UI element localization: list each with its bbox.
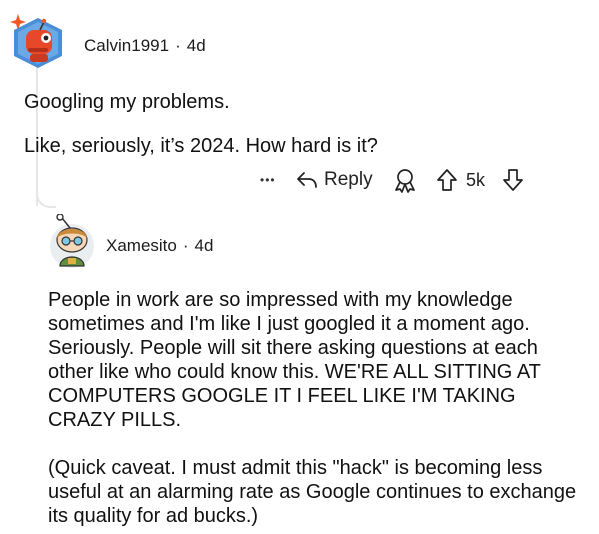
comment-paragraph: Googling my problems. [24, 91, 230, 113]
comment-2: Xamesito · 4d People in work are so impr… [0, 200, 599, 534]
robot-avatar-icon [10, 14, 62, 68]
comment-header: Xamesito · 4d [106, 236, 213, 256]
username[interactable]: Calvin1991 [84, 36, 169, 56]
separator-dot: · [175, 36, 181, 55]
upvote-arrow-icon [437, 169, 457, 191]
comment-header: Calvin1991 · 4d [84, 36, 206, 56]
award-button[interactable] [392, 167, 436, 193]
username[interactable]: Xamesito [106, 236, 177, 256]
upvote-button[interactable] [436, 168, 466, 192]
comment-age[interactable]: 4d [187, 36, 206, 56]
more-dots-icon: ••• [260, 173, 276, 187]
vote-score: 5k [466, 169, 486, 190]
comment-paragraph: (Quick caveat. I must admit this "hack" … [48, 457, 577, 527]
user-avatar[interactable] [48, 214, 96, 270]
downvote-button[interactable] [502, 168, 524, 192]
more-options-button[interactable]: ••• [260, 173, 296, 187]
reply-label: Reply [324, 169, 373, 190]
reply-button[interactable]: Reply [296, 169, 392, 191]
user-avatar[interactable] [8, 12, 68, 68]
downvote-arrow-icon [503, 169, 523, 191]
reply-arrow-icon [297, 172, 317, 188]
comment-actions: ••• Reply 5k [260, 166, 524, 194]
comment-paragraph: Like, seriously, it’s 2024. How hard is … [24, 135, 378, 157]
comment-1: Calvin1991 · 4d Googling my problems. Li… [0, 0, 599, 200]
award-icon [395, 169, 415, 193]
separator-dot: · [182, 236, 189, 255]
comment-age[interactable]: 4d [195, 236, 214, 256]
snoo-avatar-icon [50, 214, 94, 268]
comment-paragraph: People in work are so impressed with my … [48, 289, 541, 431]
